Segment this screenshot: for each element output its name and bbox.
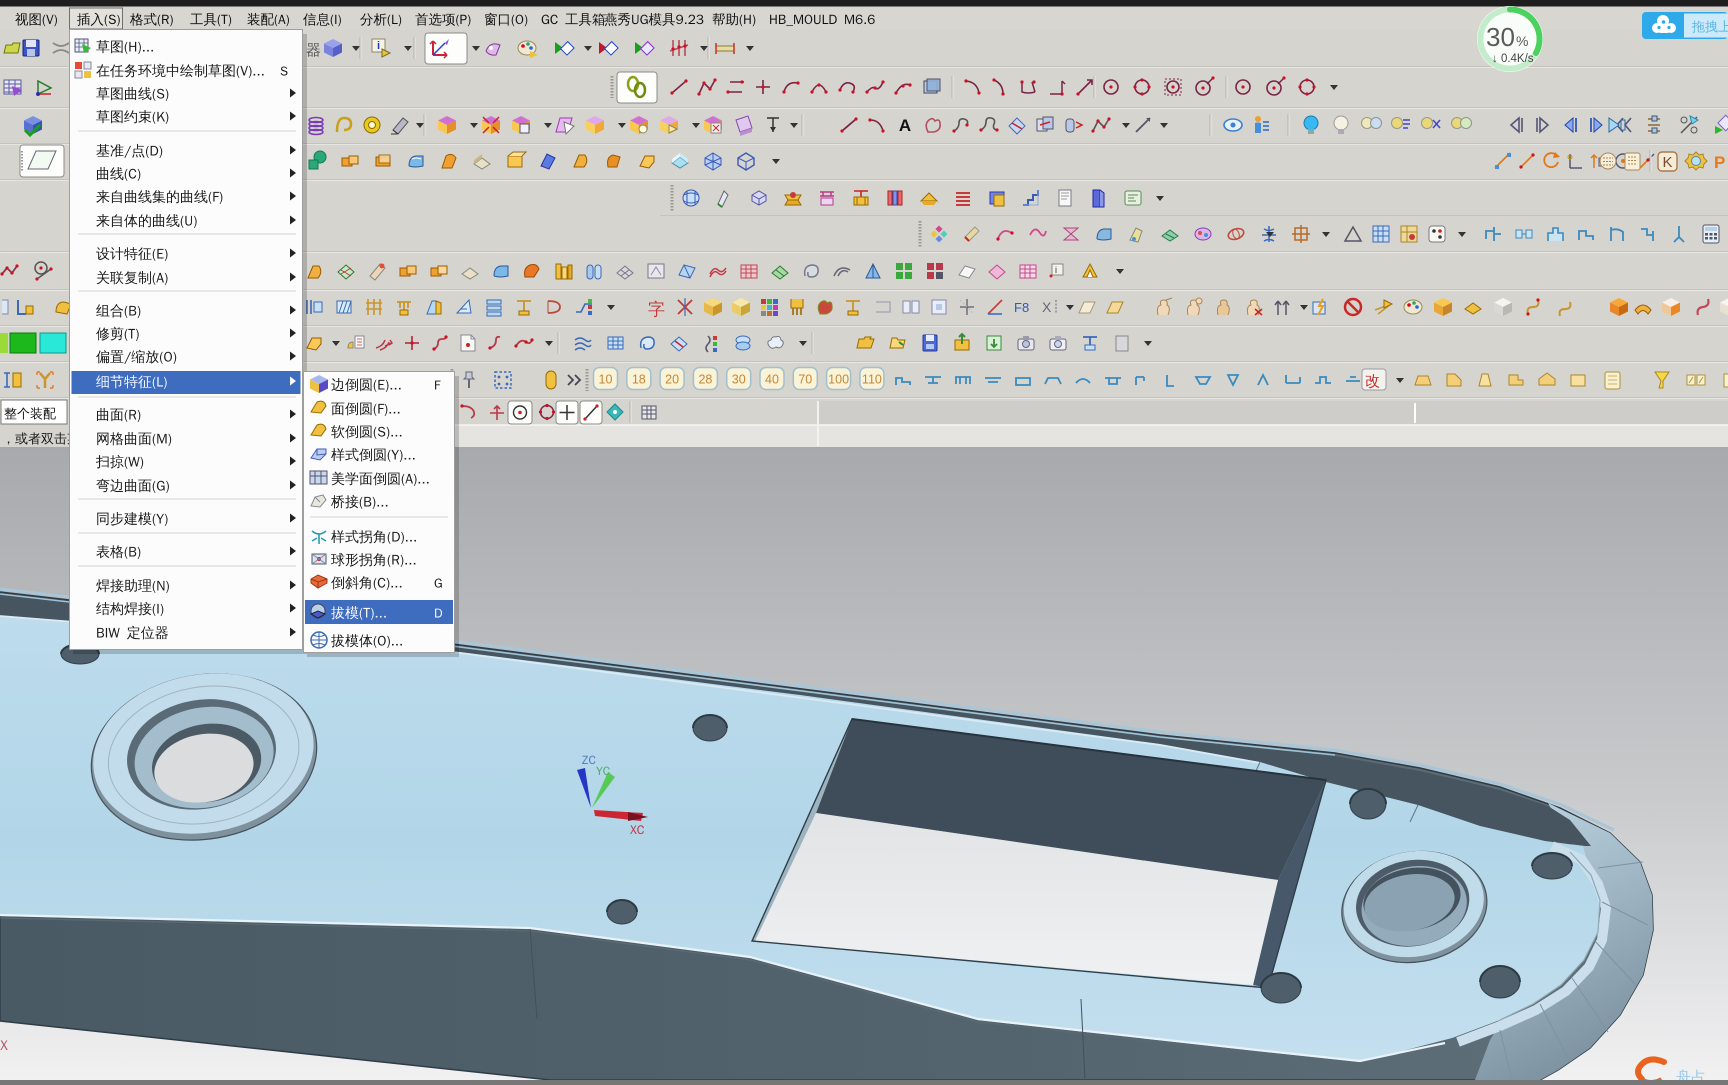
svg-text:28: 28	[698, 373, 712, 387]
svg-text:110: 110	[862, 373, 882, 387]
svg-text:30: 30	[1486, 22, 1515, 52]
svg-text:20: 20	[665, 373, 679, 387]
svg-text:A: A	[899, 116, 911, 135]
svg-text:i: i	[1055, 265, 1057, 275]
svg-text:K: K	[1662, 154, 1672, 171]
svg-text:18: 18	[632, 373, 646, 387]
svg-text:10: 10	[599, 373, 613, 387]
svg-text:70: 70	[798, 373, 812, 387]
svg-text:%: %	[1516, 33, 1528, 49]
svg-text:30: 30	[732, 373, 746, 387]
svg-text:X: X	[1042, 299, 1052, 315]
svg-text:40: 40	[765, 373, 779, 387]
svg-text:↓ 0.4K/s: ↓ 0.4K/s	[1492, 53, 1534, 65]
svg-text:P: P	[1714, 153, 1725, 172]
svg-text:100: 100	[828, 373, 849, 387]
svg-text:F8: F8	[1014, 300, 1029, 315]
svg-text:i: i	[377, 40, 380, 52]
